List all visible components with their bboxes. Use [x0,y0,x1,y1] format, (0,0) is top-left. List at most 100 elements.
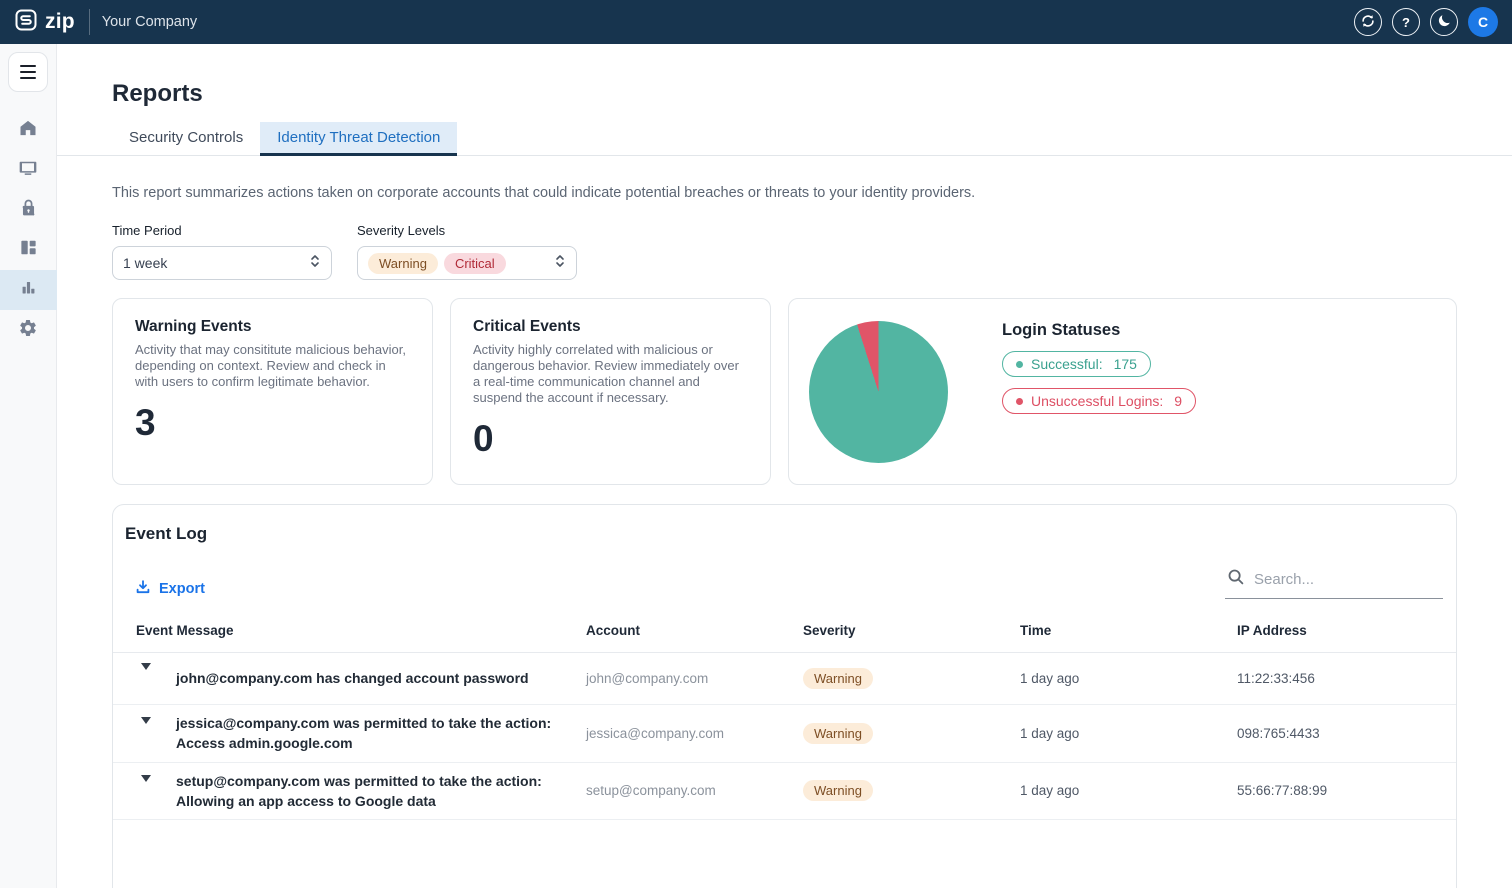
row-expander-icon[interactable] [141,717,151,741]
severity-badge: Warning [803,780,873,801]
column-header-account: Account [586,623,803,638]
critical-events-title: Critical Events [473,318,748,336]
ip-address-cell: 55:66:77:88:99 [1237,783,1456,798]
dark-mode-moon-icon [1437,13,1452,31]
severity-badge: Warning [803,668,873,689]
severity-badge: Warning [803,723,873,744]
severity-label: Severity Levels [357,223,577,238]
download-icon [135,579,151,599]
account-cell: jessica@company.com [586,726,803,741]
tabs-bar: Security Controls Identity Threat Detect… [57,122,1512,156]
kanban-icon [19,238,38,262]
monitor-icon [18,158,38,183]
critical-events-count: 0 [473,418,748,460]
tab-security-controls[interactable]: Security Controls [112,122,260,156]
time-cell: 1 day ago [1020,783,1237,798]
successful-value: 175 [1114,356,1137,372]
table-row[interactable]: john@company.com has changed account pas… [113,653,1456,705]
login-statuses-title: Login Statuses [1002,321,1196,340]
user-avatar[interactable]: C [1468,7,1498,37]
table-row[interactable]: setup@company.com was permitted to take … [113,763,1456,821]
event-table-header: Event Message Account Severity Time IP A… [113,599,1456,653]
column-header-time: Time [1020,623,1237,638]
column-header-severity: Severity [803,623,1020,638]
bar-chart-icon [19,278,38,302]
time-period-select[interactable]: 1 week [112,246,332,280]
brand-name: zip [45,10,75,34]
table-row[interactable]: jessica@company.com was permitted to tak… [113,705,1456,763]
topbar-divider [89,9,90,35]
column-header-ip-address: IP Address [1237,623,1456,638]
home-icon [18,118,38,143]
help-icon: ? [1402,15,1410,30]
severity-warning-pill: Warning [368,253,438,274]
sidebar-item-reports[interactable] [0,270,57,310]
time-cell: 1 day ago [1020,726,1237,741]
account-cell: john@company.com [586,671,803,686]
hamburger-icon [20,65,36,67]
severity-values: Warning Critical [368,253,554,274]
sidebar [0,44,57,888]
row-expander-icon[interactable] [141,663,151,687]
severity-critical-pill: Critical [444,253,506,274]
gear-icon [18,318,38,343]
severity-select[interactable]: Warning Critical [357,246,577,280]
unsuccessful-value: 9 [1174,393,1182,409]
tab-identity-threat-detection[interactable]: Identity Threat Detection [260,122,457,156]
page-title: Reports [112,80,1512,108]
successful-label: Successful: [1031,356,1103,372]
chevron-up-down-icon [309,253,321,274]
login-statuses-card: Login Statuses Successful: 175 Unsuccess… [788,298,1457,485]
event-table-body: john@company.com has changed account pas… [113,653,1456,820]
time-cell: 1 day ago [1020,671,1237,686]
warning-events-title: Warning Events [135,318,410,336]
search-icon [1227,568,1245,591]
event-message-cell: john@company.com has changed account pas… [176,660,586,696]
search-box [1225,564,1443,599]
time-period-value: 1 week [123,255,309,271]
successful-logins-badge: Successful: 175 [1002,351,1151,377]
top-bar: zip Your Company ? C [0,0,1512,44]
account-cell: setup@company.com [586,783,803,798]
sync-button[interactable] [1354,8,1382,36]
dark-mode-button[interactable] [1430,8,1458,36]
zip-logo-icon [14,8,38,37]
sidebar-item-devices[interactable] [0,150,57,190]
login-pie-chart [809,321,948,463]
sidebar-item-dashboard[interactable] [0,230,57,270]
time-period-filter: Time Period 1 week [112,223,332,280]
severity-filter: Severity Levels Warning Critical [357,223,577,280]
export-label: Export [159,581,205,597]
search-input[interactable] [1254,571,1441,588]
sidebar-item-security[interactable] [0,190,57,230]
time-period-label: Time Period [112,223,332,238]
event-log-card: Event Log Export [112,504,1457,888]
event-log-title: Event Log [113,505,1456,544]
main-content: Reports Security Controls Identity Threa… [57,44,1512,888]
unsuccessful-logins-badge: Unsuccessful Logins: 9 [1002,388,1196,414]
column-header-event-message: Event Message [136,623,586,638]
lock-icon [19,198,38,222]
chevron-up-down-icon [554,253,566,274]
menu-toggle-button[interactable] [8,52,48,92]
teal-dot-icon [1016,361,1023,368]
event-message-cell: setup@company.com was permitted to take … [176,763,586,820]
event-message-cell: jessica@company.com was permitted to tak… [176,705,586,762]
filters-row: Time Period 1 week Severity Levels [112,223,1457,280]
brand-logo[interactable]: zip [14,8,75,37]
warning-events-card: Warning Events Activity that may consiti… [112,298,433,485]
sync-icon [1360,13,1376,32]
export-button[interactable]: Export [135,579,205,599]
critical-events-card: Critical Events Activity highly correlat… [450,298,771,485]
critical-events-description: Activity highly correlated with maliciou… [473,342,748,406]
sidebar-item-settings[interactable] [0,310,57,350]
unsuccessful-label: Unsuccessful Logins: [1031,393,1163,409]
sidebar-item-home[interactable] [0,110,57,150]
company-name: Your Company [102,14,197,30]
warning-events-description: Activity that may consititute malicious … [135,342,410,390]
ip-address-cell: 098:765:4433 [1237,726,1456,741]
row-expander-icon[interactable] [141,775,151,799]
warning-events-count: 3 [135,402,410,444]
help-button[interactable]: ? [1392,8,1420,36]
red-dot-icon [1016,398,1023,405]
